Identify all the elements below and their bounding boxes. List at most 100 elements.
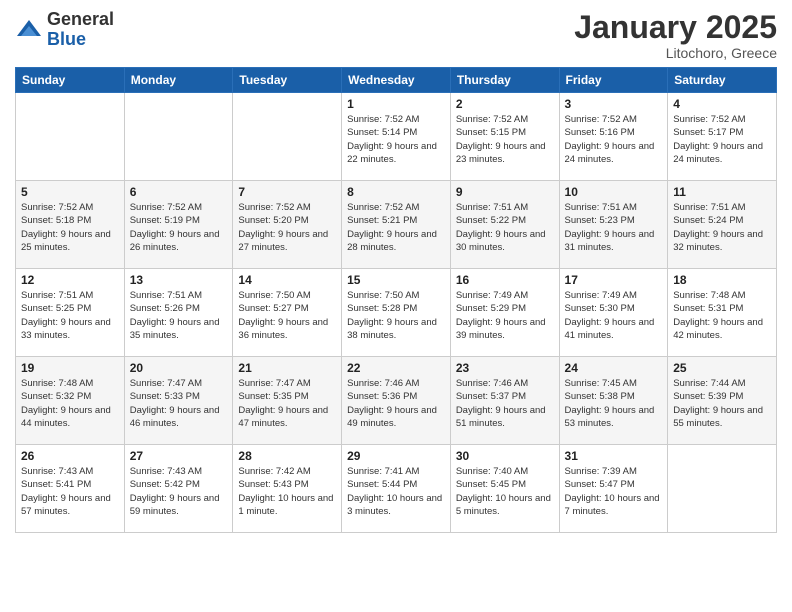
day-number-1-4: 9: [456, 185, 554, 199]
day-number-3-1: 20: [130, 361, 228, 375]
cell-1-6: 11Sunrise: 7:51 AMSunset: 5:24 PMDayligh…: [668, 181, 777, 269]
day-number-2-0: 12: [21, 273, 119, 287]
cell-2-5: 17 Sunrise: 7:49 AMSunset: 5:30 PMDayligh…: [559, 269, 668, 357]
day-info-3-3: Sunrise: 7:46 AMSunset: 5:36 PMDaylight:…: [347, 377, 445, 430]
day-number-3-3: 22: [347, 361, 445, 375]
cell-1-3: 8Sunrise: 7:52 AMSunset: 5:21 PMDaylight…: [342, 181, 451, 269]
day-info-1-1: Sunrise: 7:52 AMSunset: 5:19 PMDaylight:…: [130, 201, 228, 254]
col-thursday: Thursday: [450, 68, 559, 93]
cell-4-2: 28 Sunrise: 7:42 AMSunset: 5:43 PMDayligh…: [233, 445, 342, 533]
day-info-1-4: Sunrise: 7:51 AMSunset: 5:22 PMDaylight:…: [456, 201, 554, 254]
day-info-2-0: Sunrise: 7:51 AMSunset: 5:25 PMDaylight:…: [21, 289, 119, 342]
cell-3-0: 19Sunrise: 7:48 AMSunset: 5:32 PMDayligh…: [16, 357, 125, 445]
week-row-1: 5Sunrise: 7:52 AMSunset: 5:18 PMDaylight…: [16, 181, 777, 269]
day-number-2-1: 13: [130, 273, 228, 287]
day-number-0-4: 2: [456, 97, 554, 111]
cell-0-1: [124, 93, 233, 181]
day-info-3-5: Sunrise: 7:45 AMSunset: 5:38 PMDaylight:…: [565, 377, 663, 430]
cell-2-2: 14Sunrise: 7:50 AMSunset: 5:27 PMDayligh…: [233, 269, 342, 357]
page: General Blue January 2025 Litochoro, Gre…: [0, 0, 792, 612]
title-block: January 2025 Litochoro, Greece: [574, 10, 777, 61]
cell-2-1: 13 Sunrise: 7:51 AMSunset: 5:26 PMDayligh…: [124, 269, 233, 357]
cell-1-4: 9 Sunrise: 7:51 AMSunset: 5:22 PMDaylight…: [450, 181, 559, 269]
day-info-0-4: Sunrise: 7:52 AMSunset: 5:15 PMDaylight:…: [456, 113, 554, 166]
cell-4-0: 26 Sunrise: 7:43 AMSunset: 5:41 PMDayligh…: [16, 445, 125, 533]
day-info-4-0: Sunrise: 7:43 AMSunset: 5:41 PMDaylight:…: [21, 465, 119, 518]
calendar-header-row: Sunday Monday Tuesday Wednesday Thursday…: [16, 68, 777, 93]
day-number-4-5: 31: [565, 449, 663, 463]
day-info-2-6: Sunrise: 7:48 AMSunset: 5:31 PMDaylight:…: [673, 289, 771, 342]
day-number-3-4: 23: [456, 361, 554, 375]
cell-4-3: 29 Sunrise: 7:41 AMSunset: 5:44 PMDayligh…: [342, 445, 451, 533]
cell-1-0: 5Sunrise: 7:52 AMSunset: 5:18 PMDaylight…: [16, 181, 125, 269]
week-row-2: 12 Sunrise: 7:51 AMSunset: 5:25 PMDayligh…: [16, 269, 777, 357]
calendar-table: Sunday Monday Tuesday Wednesday Thursday…: [15, 67, 777, 533]
day-info-1-2: Sunrise: 7:52 AMSunset: 5:20 PMDaylight:…: [238, 201, 336, 254]
month-title: January 2025: [574, 10, 777, 45]
cell-1-1: 6 Sunrise: 7:52 AMSunset: 5:19 PMDaylight…: [124, 181, 233, 269]
day-number-3-5: 24: [565, 361, 663, 375]
day-number-0-3: 1: [347, 97, 445, 111]
week-row-4: 26 Sunrise: 7:43 AMSunset: 5:41 PMDayligh…: [16, 445, 777, 533]
day-number-1-1: 6: [130, 185, 228, 199]
day-number-4-3: 29: [347, 449, 445, 463]
cell-0-2: [233, 93, 342, 181]
cell-1-5: 10 Sunrise: 7:51 AMSunset: 5:23 PMDayligh…: [559, 181, 668, 269]
day-number-2-6: 18: [673, 273, 771, 287]
week-row-0: 1 Sunrise: 7:52 AMSunset: 5:14 PMDaylight…: [16, 93, 777, 181]
day-number-0-5: 3: [565, 97, 663, 111]
cell-2-3: 15 Sunrise: 7:50 AMSunset: 5:28 PMDayligh…: [342, 269, 451, 357]
day-number-2-4: 16: [456, 273, 554, 287]
col-wednesday: Wednesday: [342, 68, 451, 93]
logo: General Blue: [15, 10, 114, 50]
cell-4-5: 31Sunrise: 7:39 AMSunset: 5:47 PMDayligh…: [559, 445, 668, 533]
cell-0-4: 2 Sunrise: 7:52 AMSunset: 5:15 PMDaylight…: [450, 93, 559, 181]
day-info-4-1: Sunrise: 7:43 AMSunset: 5:42 PMDaylight:…: [130, 465, 228, 518]
cell-2-6: 18 Sunrise: 7:48 AMSunset: 5:31 PMDayligh…: [668, 269, 777, 357]
col-monday: Monday: [124, 68, 233, 93]
day-info-2-2: Sunrise: 7:50 AMSunset: 5:27 PMDaylight:…: [238, 289, 336, 342]
day-number-0-6: 4: [673, 97, 771, 111]
day-info-1-5: Sunrise: 7:51 AMSunset: 5:23 PMDaylight:…: [565, 201, 663, 254]
day-number-4-0: 26: [21, 449, 119, 463]
day-info-4-2: Sunrise: 7:42 AMSunset: 5:43 PMDaylight:…: [238, 465, 336, 518]
day-info-3-0: Sunrise: 7:48 AMSunset: 5:32 PMDaylight:…: [21, 377, 119, 430]
col-saturday: Saturday: [668, 68, 777, 93]
cell-3-5: 24 Sunrise: 7:45 AMSunset: 5:38 PMDayligh…: [559, 357, 668, 445]
day-number-2-3: 15: [347, 273, 445, 287]
day-info-2-3: Sunrise: 7:50 AMSunset: 5:28 PMDaylight:…: [347, 289, 445, 342]
day-info-2-1: Sunrise: 7:51 AMSunset: 5:26 PMDaylight:…: [130, 289, 228, 342]
day-number-3-6: 25: [673, 361, 771, 375]
cell-0-5: 3 Sunrise: 7:52 AMSunset: 5:16 PMDaylight…: [559, 93, 668, 181]
logo-icon: [15, 16, 43, 44]
day-info-3-2: Sunrise: 7:47 AMSunset: 5:35 PMDaylight:…: [238, 377, 336, 430]
cell-3-1: 20 Sunrise: 7:47 AMSunset: 5:33 PMDayligh…: [124, 357, 233, 445]
logo-text: General Blue: [47, 10, 114, 50]
day-info-3-4: Sunrise: 7:46 AMSunset: 5:37 PMDaylight:…: [456, 377, 554, 430]
location: Litochoro, Greece: [574, 45, 777, 61]
cell-3-3: 22 Sunrise: 7:46 AMSunset: 5:36 PMDayligh…: [342, 357, 451, 445]
day-info-0-5: Sunrise: 7:52 AMSunset: 5:16 PMDaylight:…: [565, 113, 663, 166]
day-info-3-1: Sunrise: 7:47 AMSunset: 5:33 PMDaylight:…: [130, 377, 228, 430]
day-number-1-2: 7: [238, 185, 336, 199]
day-info-0-6: Sunrise: 7:52 AMSunset: 5:17 PMDaylight:…: [673, 113, 771, 166]
day-number-1-5: 10: [565, 185, 663, 199]
day-number-1-3: 8: [347, 185, 445, 199]
cell-2-0: 12 Sunrise: 7:51 AMSunset: 5:25 PMDayligh…: [16, 269, 125, 357]
day-info-3-6: Sunrise: 7:44 AMSunset: 5:39 PMDaylight:…: [673, 377, 771, 430]
day-info-0-3: Sunrise: 7:52 AMSunset: 5:14 PMDaylight:…: [347, 113, 445, 166]
day-number-4-2: 28: [238, 449, 336, 463]
cell-2-4: 16Sunrise: 7:49 AMSunset: 5:29 PMDayligh…: [450, 269, 559, 357]
day-number-2-5: 17: [565, 273, 663, 287]
cell-0-0: [16, 93, 125, 181]
cell-1-2: 7 Sunrise: 7:52 AMSunset: 5:20 PMDaylight…: [233, 181, 342, 269]
week-row-3: 19Sunrise: 7:48 AMSunset: 5:32 PMDayligh…: [16, 357, 777, 445]
cell-4-4: 30Sunrise: 7:40 AMSunset: 5:45 PMDayligh…: [450, 445, 559, 533]
logo-general-text: General: [47, 10, 114, 30]
col-sunday: Sunday: [16, 68, 125, 93]
cell-3-2: 21Sunrise: 7:47 AMSunset: 5:35 PMDayligh…: [233, 357, 342, 445]
cell-3-6: 25 Sunrise: 7:44 AMSunset: 5:39 PMDayligh…: [668, 357, 777, 445]
cell-4-1: 27Sunrise: 7:43 AMSunset: 5:42 PMDayligh…: [124, 445, 233, 533]
day-info-2-5: Sunrise: 7:49 AMSunset: 5:30 PMDaylight:…: [565, 289, 663, 342]
day-info-4-3: Sunrise: 7:41 AMSunset: 5:44 PMDaylight:…: [347, 465, 445, 518]
